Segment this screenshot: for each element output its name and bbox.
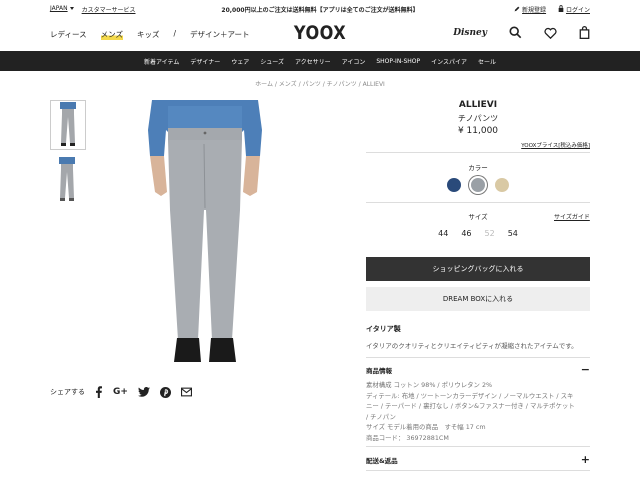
product-info-header[interactable]: 商品情報 −	[366, 363, 590, 376]
email-icon[interactable]	[180, 387, 192, 397]
product-type: チノパンツ	[457, 114, 499, 123]
main-nav: 新着アイテム デザイナー ウェア シューズ アクセサリー アイコン SHOP-I…	[0, 51, 640, 71]
divider	[366, 446, 590, 447]
share-label: シェアする	[50, 388, 85, 396]
made-in-description: イタリアのクオリティとクリエイティビティが凝縮されたアイテムです。	[366, 342, 578, 350]
shopping-bag-icon[interactable]	[579, 26, 590, 39]
yoox-price-link[interactable]: YOOXプライス[税込み価格]	[366, 141, 590, 149]
nav-new-arrivals[interactable]: 新着アイテム	[144, 57, 179, 66]
divider	[366, 357, 590, 358]
nav-clothing[interactable]: ウェア	[231, 57, 249, 66]
pencil-icon	[514, 6, 520, 12]
collapse-minus-icon[interactable]: −	[581, 363, 590, 376]
color-swatch-beige[interactable]	[495, 178, 509, 192]
nav-inspire[interactable]: インスパイア	[431, 57, 467, 66]
nav-icons[interactable]: アイコン	[342, 57, 366, 66]
divider	[366, 152, 590, 153]
share-bar: シェアする G+	[50, 386, 192, 398]
header: レディース メンズ キッズ / デザイン＋アート YOOX Disney	[0, 16, 640, 52]
lock-icon	[558, 5, 564, 12]
search-icon[interactable]	[509, 26, 522, 39]
shipping-returns-header[interactable]: 配送&返品 +	[366, 453, 590, 466]
facebook-icon[interactable]	[95, 386, 103, 398]
divider	[366, 202, 590, 203]
divider	[366, 470, 590, 471]
info-line: ニー / テーパード / 裏打なし / ボタン&ファスナー付き / マルチポケッ…	[366, 402, 575, 410]
disney-logo[interactable]: Disney	[453, 28, 487, 38]
product-main-image[interactable]	[140, 100, 270, 370]
info-line: / チノパン	[366, 412, 396, 421]
breadcrumb[interactable]: ホーム / メンズ / パンツ / チノパンツ / ALLIEVI	[0, 79, 640, 88]
pinterest-icon[interactable]	[159, 386, 171, 398]
color-swatches	[366, 178, 590, 192]
add-to-bag-button[interactable]: ショッピングバッグに入れる	[366, 257, 590, 281]
heart-icon[interactable]	[544, 27, 557, 39]
thumbnail-front[interactable]	[50, 100, 86, 150]
made-in-label: イタリア製	[366, 325, 401, 333]
size-option-unavailable: 52	[484, 229, 495, 238]
nav-designers[interactable]: デザイナー	[190, 57, 220, 66]
add-to-dreambox-button[interactable]: DREAM BOXに入れる	[366, 287, 590, 311]
nav-sale[interactable]: セール	[478, 57, 496, 66]
product-info-details: 素材構成 コットン 98% / ポリウレタン 2% ディテール: 布地 / ツー…	[366, 380, 590, 443]
nav-accessories[interactable]: アクセサリー	[295, 57, 331, 66]
nav-shoes[interactable]: シューズ	[260, 57, 284, 66]
utility-bar: JAPAN カスタマーサービス 20,000円以上のご注文は送料無料【アプリは全…	[0, 0, 640, 16]
size-guide-link[interactable]: サイズガイド	[554, 212, 590, 221]
register-link[interactable]: 新規登録	[514, 5, 546, 14]
thumbnail-back[interactable]	[50, 156, 86, 206]
size-options: 44 46 52 54	[366, 229, 590, 238]
color-label: カラー	[468, 164, 488, 172]
info-line: ディテール: 布地 / ツートーンカラーデザイン / ノーマルウエスト / スキ	[366, 391, 574, 400]
product-brand[interactable]: ALLIEVI	[366, 100, 590, 110]
google-plus-icon[interactable]: G+	[113, 387, 128, 397]
info-line: 商品コード： 36972881CM	[366, 433, 449, 442]
nav-shop-in-shop[interactable]: SHOP-IN-SHOP	[376, 58, 420, 65]
info-line: サイズ モデル着用の商品 すそ幅 17 cm	[366, 423, 486, 431]
expand-plus-icon[interactable]: +	[581, 453, 590, 466]
color-swatch-navy[interactable]	[447, 178, 461, 192]
size-option[interactable]: 44	[438, 229, 448, 238]
login-link[interactable]: ログイン	[558, 5, 590, 14]
size-option[interactable]: 54	[508, 229, 518, 238]
info-line: 素材構成 コットン 98% / ポリウレタン 2%	[366, 381, 493, 389]
size-option[interactable]: 46	[461, 229, 471, 238]
color-swatch-grey[interactable]	[471, 178, 485, 192]
twitter-icon[interactable]	[137, 387, 150, 397]
product-price: ¥ 11,000	[457, 126, 499, 136]
